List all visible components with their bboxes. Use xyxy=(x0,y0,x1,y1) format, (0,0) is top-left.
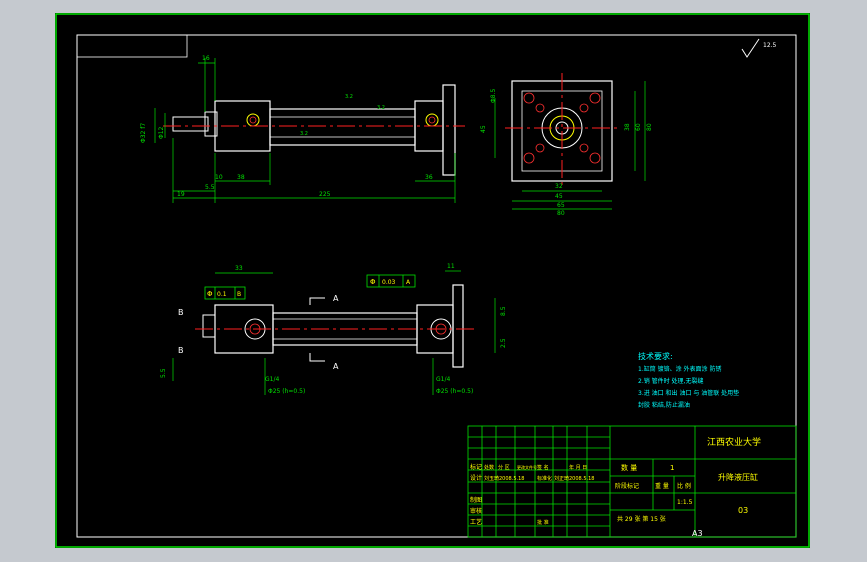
svg-text:批 准: 批 准 xyxy=(537,519,549,526)
tolerance-frame: Φ 0.03 A xyxy=(366,274,416,288)
svg-text:19: 19 xyxy=(177,191,185,198)
svg-text:Φ32 f7: Φ32 f7 xyxy=(140,123,147,143)
svg-text:45: 45 xyxy=(480,125,487,133)
svg-text:设计: 设计 xyxy=(470,474,482,482)
svg-text:Φ: Φ xyxy=(370,278,376,286)
inner-frame xyxy=(76,34,797,538)
svg-text:分 区: 分 区 xyxy=(498,464,510,471)
svg-text:B: B xyxy=(178,346,184,355)
svg-text:80: 80 xyxy=(646,123,653,131)
svg-text:1.缸筒 镀铬、涂 外表面涂 防锈: 1.缸筒 镀铬、涂 外表面涂 防锈 xyxy=(638,365,721,373)
svg-text:60: 60 xyxy=(635,123,642,131)
svg-text:重 量: 重 量 xyxy=(655,482,669,490)
svg-text:签 名: 签 名 xyxy=(537,464,549,471)
svg-text:共 29 张 第 15 张: 共 29 张 第 15 张 xyxy=(617,515,666,523)
svg-text:A: A xyxy=(333,294,339,303)
surface-roughness-marks: 3.2 3.2 3.2 xyxy=(300,94,385,137)
svg-text:A: A xyxy=(333,362,339,371)
svg-text:标记: 标记 xyxy=(470,463,482,471)
svg-text:Φ25 (h=0.5): Φ25 (h=0.5) xyxy=(436,388,473,395)
corner-box xyxy=(76,34,188,58)
svg-text:10: 10 xyxy=(215,174,223,181)
svg-text:阶段标记: 阶段标记 xyxy=(615,482,639,490)
svg-text:80: 80 xyxy=(557,210,565,217)
svg-text:Φ: Φ xyxy=(207,290,213,298)
svg-text:16: 16 xyxy=(202,55,210,62)
svg-text:封胶 粘结,防止漏油: 封胶 粘结,防止漏油 xyxy=(638,401,690,409)
outer-frame xyxy=(55,13,810,548)
svg-text:3.2: 3.2 xyxy=(377,105,385,111)
svg-text:比 例: 比 例 xyxy=(677,482,691,490)
end-view: Φ8.5 45 32 45 65 80 60 80 38 xyxy=(480,73,653,217)
tech-req-title: 技术要求: xyxy=(638,351,673,361)
svg-text:32: 32 xyxy=(555,183,563,190)
svg-text:B: B xyxy=(237,291,241,298)
svg-text:3.2: 3.2 xyxy=(345,94,353,100)
svg-text:12.5: 12.5 xyxy=(763,42,777,49)
svg-text:3.2: 3.2 xyxy=(300,131,308,137)
svg-text:B: B xyxy=(178,308,184,317)
svg-text:0.1: 0.1 xyxy=(217,291,227,298)
svg-text:A: A xyxy=(406,279,411,286)
svg-text:Φ25 (h=0.5): Φ25 (h=0.5) xyxy=(268,388,305,395)
svg-text:36: 36 xyxy=(425,174,433,181)
svg-text:刘正琦2008.5.18: 刘正琦2008.5.18 xyxy=(554,475,594,482)
svg-text:65: 65 xyxy=(557,202,565,209)
drawing-number: 03 xyxy=(738,506,748,515)
svg-text:年 月 日: 年 月 日 xyxy=(569,464,587,471)
top-view: 16 38 10 5.5 36 225 19 Φ32 f7 Φ12 3.2 3.… xyxy=(140,55,465,203)
svg-text:Φ12: Φ12 xyxy=(158,126,165,139)
tech-requirements: 技术要求: 1.缸筒 镀铬、涂 外表面涂 防锈 2.销 管件时 处理,无裂缝 3… xyxy=(638,351,739,409)
roughness-symbol: 12.5 xyxy=(741,38,777,58)
cad-viewport[interactable]: 12.5 16 38 10 5.5 36 225 19 Φ32 f7 Φ12 3… xyxy=(0,0,867,562)
drawing-sheet[interactable]: 12.5 16 38 10 5.5 36 225 19 Φ32 f7 Φ12 3… xyxy=(55,13,810,548)
sheet-size-label: A3 xyxy=(692,529,703,538)
svg-text:8.5: 8.5 xyxy=(500,306,507,316)
svg-text:刘玉琦2008.5.18: 刘玉琦2008.5.18 xyxy=(484,475,524,482)
svg-text:处数: 处数 xyxy=(484,464,494,471)
svg-text:Φ8.5: Φ8.5 xyxy=(490,89,497,103)
svg-text:1:1.5: 1:1.5 xyxy=(677,499,693,506)
svg-text:2.销 管件时 处理,无裂缝: 2.销 管件时 处理,无裂缝 xyxy=(638,377,703,385)
svg-text:工艺: 工艺 xyxy=(470,518,482,526)
svg-text:5.5: 5.5 xyxy=(205,184,215,191)
svg-text:0.03: 0.03 xyxy=(382,279,396,286)
svg-text:5.5: 5.5 xyxy=(160,368,167,378)
svg-text:225: 225 xyxy=(319,191,331,198)
drawing-canvas: 12.5 16 38 10 5.5 36 225 19 Φ32 f7 Φ12 3… xyxy=(55,13,810,548)
title-block: 江西农业大学 升降液压缸 03 数 量 1 阶段标记 重 量 比 例 1:1.5… xyxy=(467,425,797,538)
svg-text:11: 11 xyxy=(447,263,455,270)
svg-text:数 量: 数 量 xyxy=(621,463,637,472)
svg-text:制图: 制图 xyxy=(470,496,482,504)
tolerance-frame-left: Φ 0.1 B xyxy=(204,286,246,300)
svg-text:G1/4: G1/4 xyxy=(265,376,279,383)
svg-text:45: 45 xyxy=(555,193,563,200)
svg-text:更改文件号: 更改文件号 xyxy=(517,464,537,470)
svg-text:33: 33 xyxy=(235,265,243,272)
svg-text:审核: 审核 xyxy=(470,507,482,515)
svg-text:1: 1 xyxy=(670,464,674,472)
svg-text:38: 38 xyxy=(237,174,245,181)
svg-text:标准化: 标准化 xyxy=(537,475,552,482)
svg-text:38: 38 xyxy=(624,123,631,131)
svg-text:3.进 油口 和出 油口 与 油管联 处用垫: 3.进 油口 和出 油口 与 油管联 处用垫 xyxy=(638,389,739,397)
svg-text:2.5: 2.5 xyxy=(500,338,507,348)
school-name: 江西农业大学 xyxy=(707,436,761,448)
section-view: A A Φ 0.03 A Φ 0.1 B B B 33 11 8.5 2.5 5… xyxy=(160,263,507,395)
svg-text:G1/4: G1/4 xyxy=(436,376,450,383)
part-name: 升降液压缸 xyxy=(718,472,758,482)
